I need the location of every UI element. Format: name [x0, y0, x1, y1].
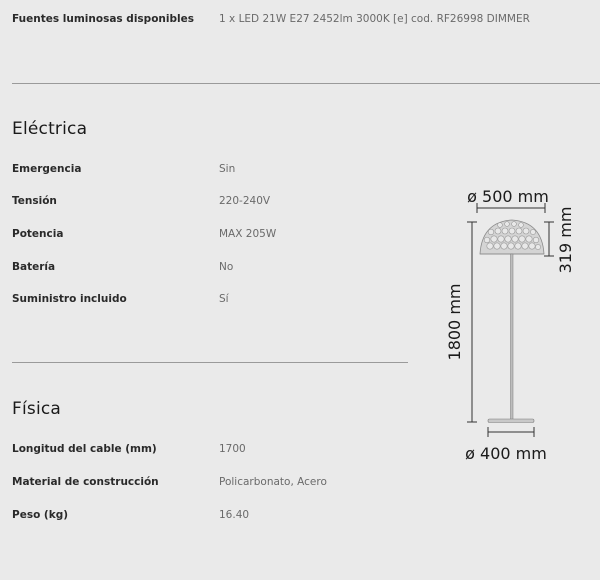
light-sources-label: Fuentes luminosas disponibles	[12, 13, 194, 25]
lamp-shade	[479, 219, 545, 255]
spec-value-potencia: MAX 205W	[219, 228, 277, 240]
spec-label-emergencia: Emergencia	[12, 163, 82, 175]
shade-diameter-dimension	[476, 203, 546, 213]
electrica-divider	[12, 362, 408, 363]
shade-diameter-text: ø 500 mm	[467, 187, 549, 206]
base-diameter-dimension	[487, 427, 535, 437]
spec-value-material: Policarbonato, Acero	[219, 476, 327, 488]
top-divider	[12, 83, 600, 84]
spec-label-tension: Tensión	[12, 195, 57, 207]
total-height-dimension	[467, 221, 477, 423]
spec-label-cable: Longitud del cable (mm)	[12, 443, 157, 455]
spec-label-potencia: Potencia	[12, 228, 64, 240]
spec-label-bateria: Batería	[12, 261, 56, 273]
spec-label-material: Material de construcción	[12, 476, 159, 488]
lamp-base	[487, 418, 535, 423]
spec-label-suministro: Suministro incluido	[12, 293, 127, 305]
spec-value-emergencia: Sin	[219, 163, 236, 175]
section-title-fisica: Física	[12, 399, 62, 419]
lamp-dimension-drawing: ø 500 mm 319 mm 1800 mm ø 400 mm	[445, 187, 575, 463]
lamp-stem	[510, 253, 514, 421]
base-diameter-text: ø 400 mm	[465, 444, 547, 463]
spec-value-suministro: Sí	[219, 293, 229, 305]
light-sources-value: 1 x LED 21W E27 2452lm 3000K [e] cod. RF…	[219, 13, 530, 25]
total-height-text: 1800 mm	[445, 284, 464, 361]
spec-label-peso: Peso (kg)	[12, 509, 69, 521]
shade-height-text: 319 mm	[556, 207, 575, 274]
spec-value-cable: 1700	[219, 443, 246, 455]
spec-value-bateria: No	[219, 261, 234, 273]
spec-value-tension: 220-240V	[219, 195, 271, 207]
section-title-electrica: Eléctrica	[12, 119, 88, 139]
spec-value-peso: 16.40	[219, 509, 250, 521]
shade-height-dimension	[544, 221, 554, 257]
